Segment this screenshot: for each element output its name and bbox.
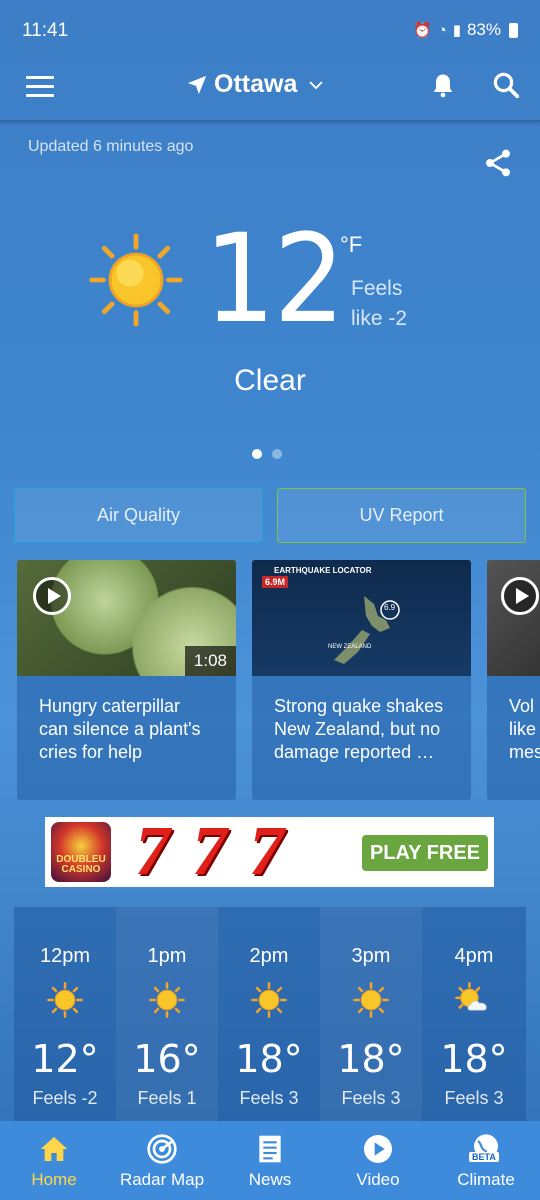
air-quality-button[interactable]: Air Quality [14, 488, 263, 543]
hourly-forecast[interactable]: 12pm 12° Feels -2 1pm 16° Feels 1 2pm 18… [14, 907, 526, 1122]
signal-icon: ▮ [452, 22, 461, 39]
hour-feels: Feels 1 [137, 1088, 197, 1108]
nav-label: Home [31, 1170, 77, 1189]
video-icon [364, 1135, 392, 1163]
news-card[interactable]: EARTHQUAKE LOCATOR 6.9M 6.9 NEW ZEALAND … [252, 560, 471, 800]
battery-percent: 83% [466, 20, 501, 39]
hour-temp: 18° [337, 1037, 405, 1081]
search-icon[interactable] [491, 70, 521, 100]
nav-radar-map[interactable]: Radar Map [108, 1121, 216, 1200]
nav-home[interactable]: Home [0, 1121, 108, 1200]
current-temperature: 12 [204, 208, 345, 350]
alarm-icon: ⏰ [412, 22, 432, 39]
hour-feels: Feels 3 [341, 1088, 401, 1108]
hourly-item[interactable]: 12pm 12° Feels -2 [14, 907, 116, 1122]
news-icon [259, 1135, 281, 1163]
nav-video[interactable]: Video [324, 1121, 432, 1200]
nav-label: Video [356, 1170, 400, 1189]
app-bar: Ottawa [0, 62, 540, 122]
sun-icon [251, 982, 287, 1018]
menu-icon[interactable] [26, 76, 54, 100]
location-name: Ottawa [214, 70, 298, 98]
nav-climate[interactable]: BETA Climate [432, 1121, 540, 1200]
ad-banner[interactable]: DOUBLEU CASINO 777 PLAY FREE [45, 817, 494, 887]
temperature-unit[interactable]: °F [340, 232, 362, 258]
news-title: Vol like mes [509, 696, 540, 762]
hourly-item[interactable]: 3pm 18° Feels 3 [320, 907, 422, 1122]
play-icon[interactable] [501, 577, 539, 615]
ad-play-button[interactable]: PLAY FREE [362, 835, 488, 871]
news-thumbnail [487, 560, 540, 676]
feels-like: Feels like -2 [351, 277, 408, 330]
quake-magnitude: 6.9 [384, 603, 396, 612]
hour-feels: Feels 3 [444, 1088, 504, 1108]
nav-news[interactable]: News [216, 1121, 324, 1200]
ad-brand: DOUBLEU CASINO [56, 854, 106, 875]
home-icon [40, 1137, 68, 1161]
news-title: Strong quake shakes New Zealand, but no … [274, 696, 444, 762]
hour-temp: 18° [235, 1037, 303, 1081]
news-thumbnail: EARTHQUAKE LOCATOR 6.9M 6.9 NEW ZEALAND [252, 560, 471, 676]
share-icon[interactable] [482, 146, 514, 180]
hour-time: 2pm [249, 945, 289, 967]
new-zealand-map [334, 596, 400, 664]
hourly-item[interactable]: 2pm 18° Feels 3 [218, 907, 320, 1122]
news-title: Hungry caterpillar can silence a plant's… [39, 696, 201, 762]
hour-feels: Feels 3 [239, 1088, 299, 1108]
carousel-dot[interactable] [272, 449, 282, 459]
wifi-icon: ◔ [437, 21, 447, 39]
hour-time: 3pm [351, 945, 391, 967]
news-card[interactable]: Vol like mes [487, 560, 540, 800]
location-selector[interactable]: Ottawa [186, 70, 325, 99]
updated-time: Updated 6 minutes ago [28, 138, 194, 155]
status-bar: 11:41 ⏰ ◔ ▮ 83% [0, 0, 540, 62]
bottom-navigation: Home Radar Map News Video BETA Climate [0, 1121, 540, 1200]
video-duration: 1:08 [184, 646, 236, 676]
ad-slots: 777 [135, 813, 306, 890]
carousel-dot[interactable] [252, 449, 262, 459]
battery-icon [509, 22, 518, 38]
hour-temp: 16° [133, 1037, 201, 1081]
nav-label: Climate [457, 1170, 515, 1189]
hourly-item[interactable]: 4pm 18° Feels 3 [422, 907, 526, 1122]
hourly-item[interactable]: 1pm 16° Feels 1 [116, 907, 218, 1122]
sun-cloud-icon [455, 982, 487, 1011]
hour-time: 1pm [147, 945, 187, 967]
beta-badge: BETA [469, 1152, 499, 1162]
chevron-down-icon [309, 80, 324, 89]
news-thumbnail: 1:08 [17, 560, 236, 676]
sun-icon [353, 982, 389, 1018]
nav-label: Radar Map [119, 1170, 205, 1189]
status-time: 11:41 [22, 20, 69, 41]
nav-label: News [248, 1170, 292, 1189]
map-region: NEW ZEALAND [328, 644, 372, 650]
hour-time: 12pm [39, 945, 91, 967]
news-card[interactable]: 1:08 Hungry caterpillar can silence a pl… [17, 560, 236, 800]
hour-time: 4pm [454, 945, 494, 967]
carousel-dots[interactable] [252, 449, 282, 459]
location-arrow-icon [187, 75, 207, 94]
bell-icon[interactable] [429, 70, 457, 100]
uv-report-button[interactable]: UV Report [277, 488, 526, 543]
current-condition: Clear [234, 364, 306, 397]
hour-temp: 18° [440, 1037, 508, 1081]
play-icon[interactable] [33, 577, 71, 615]
sun-icon [47, 982, 83, 1018]
sun-icon [149, 982, 185, 1018]
radar-icon [147, 1134, 177, 1164]
hour-temp: 12° [31, 1037, 99, 1081]
hour-feels: Feels -2 [32, 1088, 98, 1108]
sun-icon [89, 233, 183, 327]
status-icons: ⏰ ◔ ▮ 83% [413, 20, 518, 40]
